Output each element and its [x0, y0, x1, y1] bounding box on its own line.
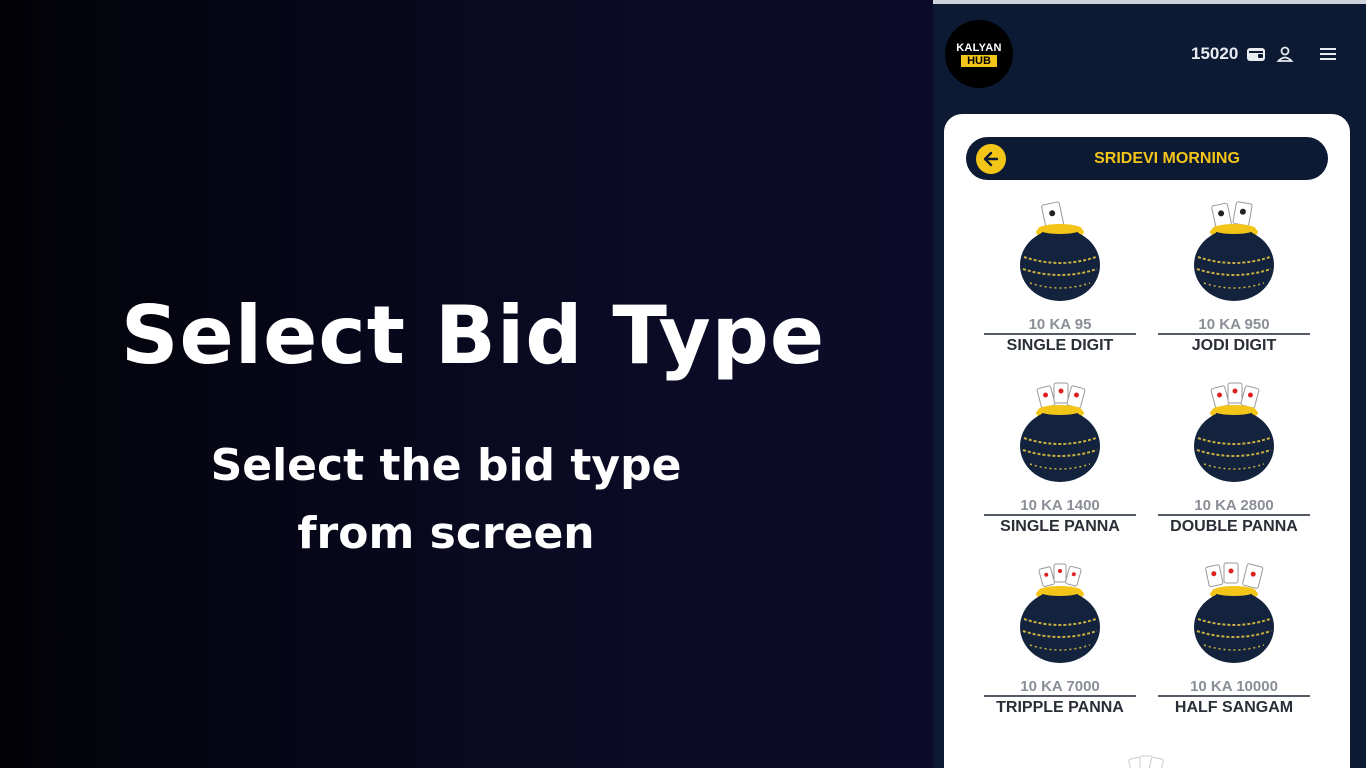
bid-rate: 10 KA 2800	[1194, 497, 1274, 514]
bid-type-label: SINGLE PANNA	[1000, 518, 1120, 535]
bid-type-card: SRIDEVI MORNING 10 KA 95 SINGLE DIGIT 10…	[944, 114, 1350, 768]
divider	[984, 333, 1136, 335]
pot-icon	[1020, 201, 1100, 301]
divider	[1158, 514, 1310, 516]
pot-icon	[1020, 382, 1100, 482]
logo-text-bottom: HUB	[961, 54, 997, 67]
divider	[1158, 333, 1310, 335]
bid-type-label: JODI DIGIT	[1191, 337, 1277, 354]
user-icon[interactable]	[1276, 45, 1294, 63]
back-arrow-icon	[983, 151, 999, 167]
bid-type-label: DOUBLE PANNA	[1170, 518, 1298, 535]
bid-rate: 10 KA 1400	[1020, 497, 1100, 514]
pot-icon	[1194, 382, 1274, 482]
market-title: SRIDEVI MORNING	[1094, 150, 1240, 167]
bid-type-double-panna[interactable]: 10 KA 2800 DOUBLE PANNA	[1154, 380, 1314, 540]
app-logo[interactable]: KALYAN HUB	[945, 20, 1013, 88]
bid-type-jodi-digit[interactable]: 10 KA 950 JODI DIGIT	[1154, 199, 1314, 359]
back-button[interactable]	[976, 144, 1006, 174]
bid-type-label: HALF SANGAM	[1174, 699, 1294, 716]
divider	[984, 695, 1136, 697]
cards-icon	[1128, 755, 1164, 768]
wallet-balance: 15020	[1191, 44, 1239, 63]
bid-rate: 10 KA 950	[1198, 316, 1270, 333]
app-header: KALYAN HUB 15020	[933, 8, 1366, 104]
bid-rate: 10 KA 7000	[1020, 678, 1100, 695]
pot-icon	[1020, 563, 1100, 663]
divider	[984, 514, 1136, 516]
bid-type-label: SINGLE DIGIT	[1006, 337, 1114, 354]
bid-type-tripple-panna[interactable]: 10 KA 7000 TRIPPLE PANNA	[980, 561, 1140, 721]
pot-icon	[1194, 201, 1274, 301]
promo-panel: Select Bid Type Select the bid type from…	[0, 0, 933, 768]
bid-rate: 10 KA 95	[1028, 316, 1092, 333]
promo-title: Select Bid Type	[120, 289, 826, 382]
bid-type-single-digit[interactable]: 10 KA 95 SINGLE DIGIT	[980, 199, 1140, 359]
bid-type-single-panna[interactable]: 10 KA 1400 SINGLE PANNA	[980, 380, 1140, 540]
logo-text-top: KALYAN	[956, 41, 1002, 54]
divider	[1158, 695, 1310, 697]
promo-subtitle: Select the bid type from screen	[210, 440, 682, 559]
phone-screen: KALYAN HUB 15020 SRIDEVI MORNING 10 KA 9…	[933, 0, 1366, 768]
bid-type-half-sangam[interactable]: 10 KA 10000 HALF SANGAM	[1154, 561, 1314, 721]
market-header: SRIDEVI MORNING	[966, 137, 1328, 180]
wallet-icon[interactable]	[1246, 46, 1266, 62]
bid-type-label: TRIPPLE PANNA	[996, 699, 1124, 716]
pot-icon	[1194, 562, 1274, 663]
bid-rate: 10 KA 10000	[1190, 678, 1278, 695]
menu-icon[interactable]	[1318, 46, 1338, 62]
